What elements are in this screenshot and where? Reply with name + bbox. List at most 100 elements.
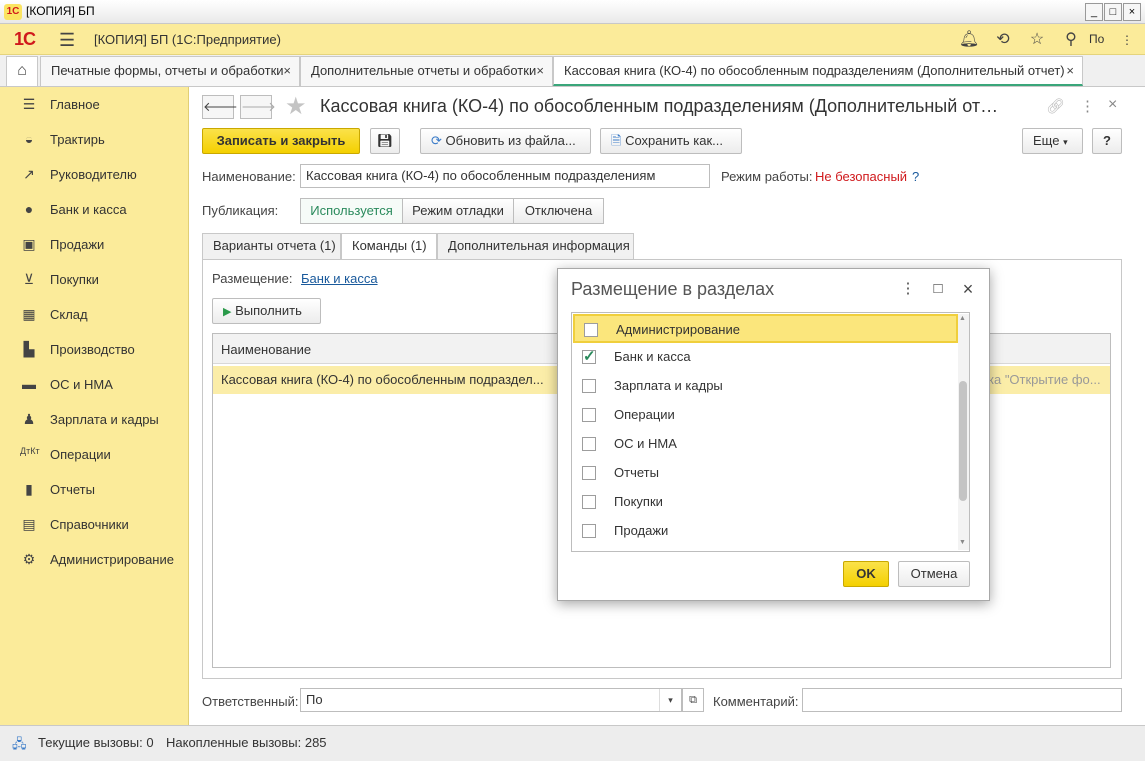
back-button[interactable]: 🡐 <box>202 95 238 119</box>
open-item-icon[interactable]: ⧉ <box>682 688 704 712</box>
bell-icon[interactable]: 🔔︎ <box>958 29 980 51</box>
sidebar-item-sales[interactable]: ▣ Продажи <box>0 227 189 262</box>
history-icon[interactable]: ⟲ <box>992 29 1014 51</box>
list-item[interactable]: Отчеты <box>573 459 958 488</box>
publication-disabled-option[interactable]: Отключена <box>513 198 604 224</box>
tab-additional-reports[interactable]: Дополнительные отчеты и обработки × <box>300 56 553 86</box>
sidebar-item-purchases[interactable]: ⊻ Покупки <box>0 262 189 297</box>
mode-help-link[interactable]: ? <box>912 169 919 184</box>
checkbox[interactable] <box>582 408 596 422</box>
list-item[interactable]: Покупки <box>573 488 958 517</box>
tab-cash-book[interactable]: Кассовая книга (КО-4) по обособленным по… <box>553 56 1083 86</box>
sidebar-item-operations[interactable]: ДтКт Операции <box>0 437 189 472</box>
sidebar-item-bank[interactable]: ● Банк и касса <box>0 192 189 227</box>
save-as-label: Сохранить как... <box>625 133 724 148</box>
sidebar-item-label: Трактирь <box>50 132 105 147</box>
search-icon[interactable]: ⚲ <box>1060 29 1082 51</box>
tab-commands[interactable]: Команды (1) <box>341 233 437 260</box>
responsible-input[interactable]: По <box>300 688 682 712</box>
row-right-text: ка "Открытие фо... <box>988 372 1101 387</box>
list-item[interactable]: ✓ Банк и касса <box>573 343 958 372</box>
maximize-icon[interactable]: □ <box>928 279 948 299</box>
list-item[interactable]: ОС и НМА <box>573 430 958 459</box>
checkbox[interactable]: ✓ <box>582 349 596 364</box>
tab-label: Печатные формы, отчеты и обработки <box>51 63 284 78</box>
ok-button[interactable]: OK <box>843 561 889 587</box>
mode-value[interactable]: Не безопасный <box>815 169 907 184</box>
sidebar-item-traktir[interactable]: ◒ Трактирь <box>0 122 189 157</box>
server-calls-icon[interactable]: 🖧︎ <box>12 735 27 757</box>
scroll-up-icon[interactable]: ▲ <box>959 315 966 322</box>
list-item[interactable]: Продажи <box>573 517 958 546</box>
menu-icon[interactable]: ☰ <box>59 30 75 51</box>
open-tabs-bar: ⌂ Печатные формы, отчеты и обработки × До… <box>0 55 1145 87</box>
checkbox[interactable] <box>582 495 596 509</box>
sidebar-item-warehouse[interactable]: ▦ Склад <box>0 297 189 332</box>
refresh-from-file-button[interactable]: ⟳ Обновить из файла... <box>420 128 591 154</box>
link-icon[interactable]: 🔗︎ <box>1046 97 1065 115</box>
more-vert-icon[interactable]: ⋮ <box>898 279 918 299</box>
comment-input[interactable] <box>802 688 1122 712</box>
sidebar-item-assets[interactable]: ▬ ОС и НМА <box>0 367 189 402</box>
tab-print-forms[interactable]: Печатные формы, отчеты и обработки × <box>40 56 300 86</box>
play-icon: ▶ <box>223 306 232 318</box>
sections-list: Администрирование ✓ Банк и касса Зарплат… <box>571 312 970 552</box>
checkbox[interactable] <box>582 466 596 480</box>
sidebar-item-main[interactable]: ☰ Главное <box>0 87 189 122</box>
save-and-close-button[interactable]: Записать и закрыть <box>202 128 360 154</box>
sidebar-item-admin[interactable]: ⚙ Администрирование <box>0 542 189 577</box>
close-tab-icon[interactable]: × <box>283 57 291 85</box>
close-form-icon[interactable]: × <box>1108 96 1117 114</box>
current-calls: Текущие вызовы: 0 <box>38 735 154 750</box>
publication-debug-option[interactable]: Режим отладки <box>402 198 514 224</box>
publication-used-option[interactable]: Используется <box>300 198 403 224</box>
user-menu-chevron-icon[interactable]: ⋮ <box>1116 29 1138 51</box>
sidebar-item-manager[interactable]: ↗ Руководителю <box>0 157 189 192</box>
checkbox[interactable] <box>582 524 596 538</box>
tab-additional-info[interactable]: Дополнительная информация <box>437 233 634 259</box>
sidebar-item-salary[interactable]: ♟ Зарплата и кадры <box>0 402 189 437</box>
cancel-button[interactable]: Отмена <box>898 561 970 587</box>
app-title: [КОПИЯ] БП (1С:Предприятие) <box>94 32 281 47</box>
sidebar-item-reports[interactable]: ▮ Отчеты <box>0 472 189 507</box>
forward-button[interactable]: 🡒 <box>240 95 276 119</box>
status-bar: 🖧︎ Текущие вызовы: 0 Накопленные вызовы:… <box>0 725 1145 761</box>
favorite-star-icon[interactable]: ★ <box>285 92 307 121</box>
minimize-button[interactable]: _ <box>1085 3 1103 21</box>
dropdown-chevron-icon[interactable]: ▾ <box>659 689 681 711</box>
refresh-from-file-label: Обновить из файла... <box>445 133 576 148</box>
scroll-down-icon[interactable]: ▼ <box>959 539 966 546</box>
help-button[interactable]: ? <box>1092 128 1122 154</box>
debit-credit-icon: ДтКт <box>20 446 40 456</box>
close-tab-icon[interactable]: × <box>1066 57 1074 85</box>
app-logo: 1С <box>14 29 36 49</box>
placement-link[interactable]: Банк и касса <box>301 271 378 286</box>
close-tab-icon[interactable]: × <box>536 57 544 85</box>
sidebar-item-label: Продажи <box>50 237 105 252</box>
checkbox[interactable] <box>584 323 598 337</box>
close-icon[interactable]: × <box>958 279 978 299</box>
column-header-name[interactable]: Наименование <box>221 342 311 357</box>
close-window-button[interactable]: × <box>1123 3 1141 21</box>
checkbox[interactable] <box>582 379 596 393</box>
user-short[interactable]: По <box>1089 32 1104 46</box>
run-button[interactable]: ▶ Выполнить <box>212 298 321 324</box>
comment-label: Комментарий: <box>713 694 799 709</box>
home-icon[interactable]: ⌂ <box>6 56 38 86</box>
maximize-button[interactable]: □ <box>1104 3 1122 21</box>
name-input[interactable]: Кассовая книга (КО-4) по обособленным по… <box>300 164 710 188</box>
star-icon[interactable]: ☆ <box>1026 29 1048 51</box>
list-item[interactable]: Администрирование <box>573 314 958 343</box>
save-as-button[interactable]: 🗎︎ Сохранить как... <box>600 128 742 154</box>
list-item[interactable]: Зарплата и кадры <box>573 372 958 401</box>
sidebar-item-production[interactable]: ▙ Производство <box>0 332 189 367</box>
more-vert-icon[interactable]: ⋮ <box>1080 97 1095 115</box>
tab-report-variants[interactable]: Варианты отчета (1) <box>202 233 341 259</box>
sidebar-item-catalogs[interactable]: ▤ Справочники <box>0 507 189 542</box>
list-item[interactable]: Операции <box>573 401 958 430</box>
save-icon[interactable]: 💾︎ <box>370 128 400 154</box>
scrollbar-thumb[interactable] <box>959 381 967 501</box>
checkbox[interactable] <box>582 437 596 451</box>
more-button[interactable]: Еще ▾ <box>1022 128 1083 154</box>
sidebar-item-label: Производство <box>50 342 135 357</box>
